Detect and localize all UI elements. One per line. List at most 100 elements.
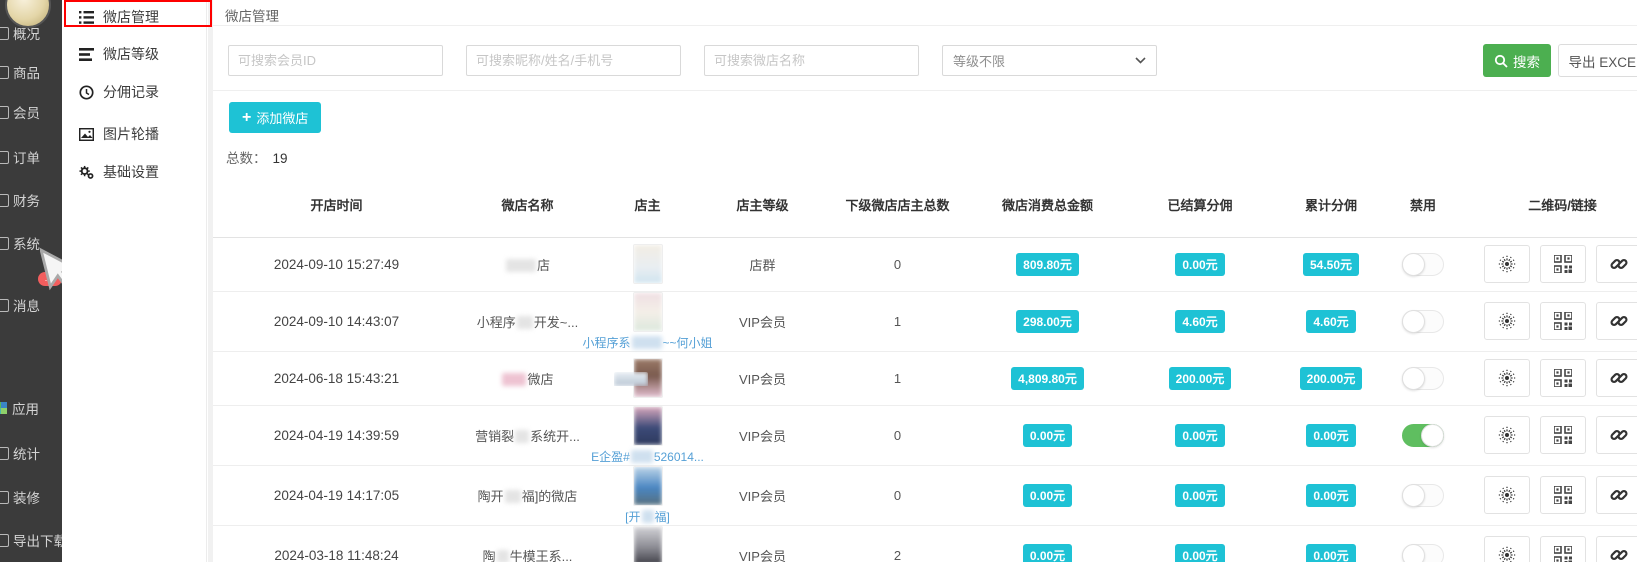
sidebar-item-label: 会员 (13, 102, 40, 122)
export-excel-button[interactable]: 导出 EXCEL (1558, 44, 1637, 77)
miniprogram-code-button[interactable] (1484, 416, 1530, 454)
copy-link-button[interactable] (1596, 245, 1637, 283)
total-count-value: 19 (273, 151, 288, 166)
sidebar-item-10[interactable]: 装修 (0, 487, 62, 507)
blurred-text (502, 373, 526, 386)
menu-item-label: 基础设置 (103, 162, 159, 182)
qr-code-button[interactable] (1540, 245, 1586, 283)
disable-toggle-cell (1387, 291, 1459, 351)
owner-level-cell: VIP会员 (700, 525, 825, 562)
settled-commission-badge-cell: 0.00元 (1125, 237, 1275, 291)
link-icon (1609, 311, 1629, 331)
sidebar-item-2[interactable]: 商品 (0, 62, 62, 82)
link-icon (1609, 254, 1629, 274)
copy-link-button[interactable] (1596, 476, 1637, 514)
miniprogram-code-icon (1497, 254, 1517, 274)
owner-nickname-link[interactable]: E企盈#526014... (591, 448, 704, 465)
copy-link-button[interactable] (1596, 302, 1637, 340)
disable-toggle[interactable] (1402, 424, 1444, 447)
owner-cell: [开福] (595, 465, 700, 525)
miniprogram-code-button[interactable] (1484, 359, 1530, 397)
sub-store-count-cell: 0 (825, 465, 970, 525)
toggle-knob (1402, 253, 1425, 276)
menu-item-5[interactable]: 基础设置 (62, 158, 207, 186)
qr-code-button[interactable] (1540, 476, 1586, 514)
blurred-text (632, 336, 662, 349)
copy-link-button[interactable] (1596, 536, 1637, 562)
list-icon (79, 10, 94, 25)
owner-cell: 小程序系~~何小姐 (595, 291, 700, 351)
messages-icon (0, 299, 9, 312)
toggle-knob (1402, 310, 1425, 333)
column-header-6: 微店消费总金额 (970, 176, 1125, 237)
column-header-4: 店主等级 (700, 176, 825, 237)
level-select-value: 等级不限 (953, 51, 1005, 70)
sidebar-item-label: 财务 (13, 190, 40, 210)
sidebar-item-3[interactable]: 会员 (0, 102, 62, 122)
actions-cell (1459, 465, 1637, 525)
menu-item-4[interactable]: 图片轮播 (62, 120, 207, 148)
disable-toggle[interactable] (1402, 310, 1444, 333)
search-nickname-input[interactable] (466, 45, 681, 76)
add-store-button[interactable]: + 添加微店 (229, 102, 321, 133)
qr-code-button[interactable] (1540, 302, 1586, 340)
miniprogram-code-button[interactable] (1484, 536, 1530, 562)
miniprogram-code-button[interactable] (1484, 476, 1530, 514)
qr-code-button[interactable] (1540, 359, 1586, 397)
owner-nickname-link[interactable]: 小程序系~~何小姐 (582, 334, 712, 351)
column-header-1: 开店时间 (213, 176, 460, 237)
text-segment: 营销裂 (475, 429, 514, 444)
miniprogram-code-button[interactable] (1484, 302, 1530, 340)
toggle-knob (1402, 367, 1425, 390)
copy-link-button[interactable] (1596, 359, 1637, 397)
owner-level-cell: VIP会员 (700, 351, 825, 405)
total-amount-badge-cell: 0.00元 (970, 525, 1125, 562)
sidebar-item-9[interactable]: 统计 (0, 443, 62, 463)
search-button[interactable]: 搜索 (1483, 44, 1551, 77)
blurred-text (506, 259, 536, 272)
partial-next-row-avatar (614, 372, 648, 386)
main-content: 微店管理 等级不限 搜索 导出 EXCEL + 添加微店 总数：19 开店时间微… (213, 0, 1637, 562)
menu-item-label: 微店管理 (103, 7, 159, 27)
text-segment: [开 (625, 510, 640, 524)
disable-toggle[interactable] (1402, 484, 1444, 507)
owner-nickname-link[interactable]: [开福] (625, 508, 670, 525)
open-time-cell: 2024-06-18 15:43:21 (213, 351, 460, 405)
settled-commission-badge-cell: 4.60元 (1125, 291, 1275, 351)
search-member-id-input[interactable] (228, 45, 443, 76)
table-row: 2024-09-10 15:27:49店店群0809.80元0.00元54.50… (213, 237, 1637, 291)
miniprogram-code-button[interactable] (1484, 245, 1530, 283)
toggle-knob (1402, 484, 1425, 507)
column-header-8: 累计分佣 (1275, 176, 1387, 237)
owner-level-cell: VIP会员 (700, 465, 825, 525)
miniprogram-code-icon (1497, 545, 1517, 562)
level-select[interactable]: 等级不限 (942, 45, 1157, 76)
sidebar-item-4[interactable]: 订单 (0, 147, 62, 167)
menu-item-2[interactable]: 微店等级 (62, 40, 207, 68)
stores-table: 开店时间微店名称店主店主等级下级微店店主总数微店消费总金额已结算分佣累计分佣禁用… (213, 176, 1637, 562)
text-segment: 牛模王系... (510, 549, 573, 562)
search-store-name-input[interactable] (704, 45, 919, 76)
sidebar-item-5[interactable]: 财务 (0, 190, 62, 210)
store-name-cell: 店 (460, 237, 595, 291)
disable-toggle[interactable] (1402, 544, 1444, 562)
disable-toggle[interactable] (1402, 253, 1444, 276)
sidebar-item-11[interactable]: 导出下载 (0, 530, 62, 550)
sidebar-item-8[interactable]: 应用 (0, 398, 62, 418)
text-segment: 陶 (483, 549, 496, 562)
sidebar-item-1[interactable]: 概况 (0, 23, 62, 43)
total-amount-badge-cell: 4,809.80元 (970, 351, 1125, 405)
miniprogram-code-icon (1497, 368, 1517, 388)
copy-link-button[interactable] (1596, 416, 1637, 454)
goods-icon (0, 66, 9, 79)
actions-cell (1459, 525, 1637, 562)
disable-toggle[interactable] (1402, 367, 1444, 390)
total-amount-badge: 0.00元 (1023, 424, 1072, 447)
menu-item-3[interactable]: 分佣记录 (62, 78, 207, 106)
qr-code-button[interactable] (1540, 416, 1586, 454)
qr-code-button[interactable] (1540, 536, 1586, 562)
menu-item-1-active[interactable]: 微店管理 (62, 3, 207, 31)
settled-commission-badge: 0.00元 (1175, 424, 1224, 447)
disable-toggle-cell (1387, 525, 1459, 562)
text-segment: 微店 (527, 372, 553, 387)
